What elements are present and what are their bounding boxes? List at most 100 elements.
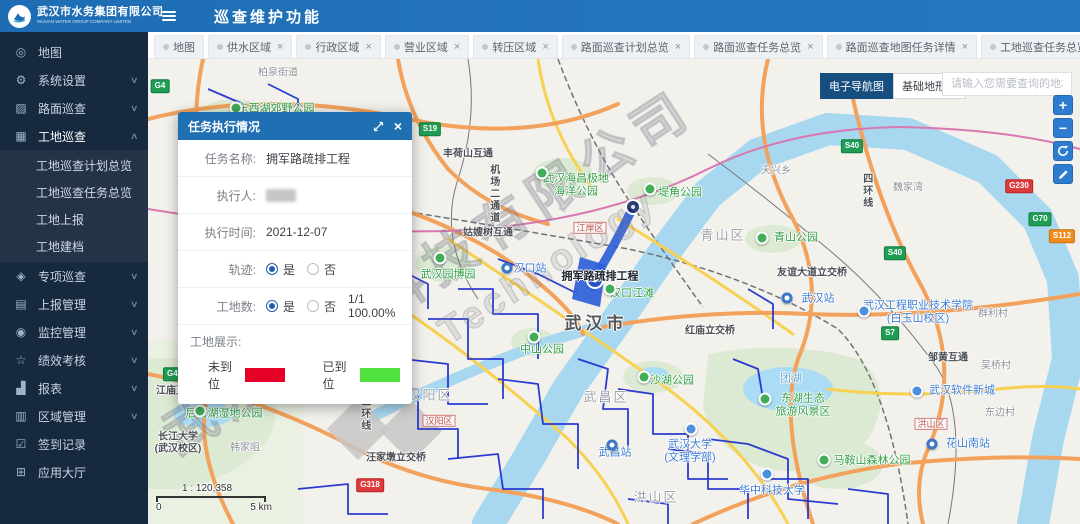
close-icon[interactable]: ×	[962, 41, 968, 53]
poi-marker[interactable]	[858, 305, 871, 318]
tab-road-map-task-detail[interactable]: 路面巡查地图任务详情 ×	[827, 35, 977, 58]
close-icon[interactable]: ×	[675, 41, 681, 53]
checkin-icon: ☑	[13, 437, 29, 451]
road-badge: S112	[1049, 229, 1075, 243]
trace-no-radio[interactable]	[307, 263, 319, 275]
arrived-swatch	[360, 368, 400, 382]
poi-marker[interactable]	[194, 405, 207, 418]
map-label: 友谊大道立交桥	[777, 267, 847, 279]
expand-icon[interactable]	[373, 121, 384, 132]
tab-pressure-area[interactable]: 转压区域 ×	[473, 35, 557, 58]
site-count-no-radio[interactable]	[307, 300, 319, 312]
poi-marker[interactable]	[685, 423, 698, 436]
poi-marker[interactable]	[756, 232, 769, 245]
map-label: 沙湖公园	[650, 375, 694, 388]
sidebar-item-map[interactable]: ◎ 地图	[0, 38, 148, 66]
tab-road-task-overview[interactable]: 路面巡查任务总览 ×	[694, 35, 822, 58]
dialog-header[interactable]: 任务执行情况 ×	[178, 112, 412, 140]
basemap-navigation-button[interactable]: 电子导航图	[820, 73, 893, 99]
refresh-button[interactable]	[1053, 141, 1073, 161]
map-canvas[interactable]: 武汉地图科技有限公司 Technology 柏泉街道东西湖郊野公园丰荷山互通机场…	[148, 59, 1080, 524]
poi-marker[interactable]	[604, 283, 617, 296]
map-label: 汉口江滩	[610, 288, 654, 301]
site-count-label: 工地数:	[190, 298, 256, 315]
map-label: 中山公园	[520, 344, 564, 357]
tab-admin-area[interactable]: 行政区域 ×	[296, 35, 380, 58]
road-badge: S40	[841, 139, 863, 153]
sidebar-item-system-settings[interactable]: ⚙ 系统设置 ∨	[0, 66, 148, 94]
map-label: 汉口站	[514, 263, 547, 276]
tab-map[interactable]: 地图	[154, 35, 204, 58]
poi-marker[interactable]	[759, 393, 772, 406]
sidebar-item-performance[interactable]: ☆ 绩效考核 ∨	[0, 346, 148, 374]
poi-marker[interactable]	[638, 371, 651, 384]
close-icon[interactable]: ×	[365, 41, 371, 53]
sidebar-item-site-inspection[interactable]: ▦ 工地巡查 ∧	[0, 122, 148, 150]
tab-dot-icon	[836, 44, 842, 50]
refresh-icon	[1057, 145, 1069, 157]
trace-yes-radio[interactable]	[266, 263, 278, 275]
map-label: 韩家咀	[230, 442, 260, 454]
close-icon[interactable]: ×	[394, 118, 402, 134]
map-label: 汪家墩立交桥	[366, 452, 426, 464]
submenu-site-task-overview[interactable]: 工地巡查任务总览	[0, 179, 148, 206]
site-count-yes-radio[interactable]	[266, 300, 278, 312]
tab-dot-icon	[217, 44, 223, 50]
poi-marker[interactable]	[761, 468, 774, 481]
draw-button[interactable]	[1053, 164, 1073, 184]
poi-marker[interactable]	[434, 252, 447, 265]
map-search-input[interactable]	[942, 72, 1072, 96]
sidebar-item-monitor-management[interactable]: ◉ 监控管理 ∨	[0, 318, 148, 346]
map-label: 天兴乡	[761, 165, 791, 177]
close-icon[interactable]: ×	[807, 41, 813, 53]
poi-marker[interactable]	[607, 440, 618, 451]
map-label: 姑嫂树互通	[463, 227, 513, 239]
trace-row: 轨迹: 是 否	[178, 251, 412, 288]
road-icon: ▨	[13, 101, 29, 115]
sidebar-item-special-inspection[interactable]: ◈ 专项巡查 ∨	[0, 262, 148, 290]
tab-business-area[interactable]: 营业区域 ×	[385, 35, 469, 58]
zoom-out-button[interactable]: −	[1053, 118, 1073, 138]
executor-row: 执行人:	[178, 177, 412, 214]
executor-redacted-value	[266, 189, 296, 202]
map-label: 四环线	[860, 173, 872, 209]
close-icon[interactable]: ×	[454, 41, 460, 53]
poi-marker[interactable]	[927, 439, 938, 450]
sidebar-item-road-inspection[interactable]: ▨ 路面巡查 ∨	[0, 94, 148, 122]
sidebar-item-app-hall[interactable]: ⊞ 应用大厅	[0, 458, 148, 486]
submenu-site-archive[interactable]: 工地建档	[0, 233, 148, 260]
tab-water-supply-area[interactable]: 供水区域 ×	[208, 35, 292, 58]
zoom-in-button[interactable]: +	[1053, 95, 1073, 115]
poi-marker[interactable]	[644, 183, 657, 196]
poi-marker[interactable]	[536, 167, 549, 180]
chevron-down-icon: ∨	[130, 75, 139, 86]
map-tools: + −	[1053, 95, 1073, 187]
poi-marker[interactable]	[502, 263, 513, 274]
close-icon[interactable]: ×	[542, 41, 548, 53]
sidebar-item-checkin-records[interactable]: ☑ 签到记录	[0, 430, 148, 458]
poi-marker[interactable]	[528, 331, 541, 344]
dialog-title: 任务执行情况	[188, 118, 363, 135]
tab-dot-icon	[990, 44, 996, 50]
sidebar-item-report-management[interactable]: ▤ 上报管理 ∨	[0, 290, 148, 318]
tab-road-plan-overview[interactable]: 路面巡查计划总览 ×	[562, 35, 690, 58]
sidebar-item-reports[interactable]: ▟ 报表 ∨	[0, 374, 148, 402]
submenu-site-plan-overview[interactable]: 工地巡查计划总览	[0, 152, 148, 179]
task-name-row: 任务名称: 拥军路疏排工程	[178, 140, 412, 177]
menu-collapse-icon[interactable]	[162, 9, 176, 23]
poi-marker[interactable]	[911, 385, 924, 398]
tab-dot-icon	[482, 44, 488, 50]
poi-marker[interactable]	[782, 293, 793, 304]
map-label: 团湖	[780, 373, 802, 386]
close-icon[interactable]: ×	[277, 41, 283, 53]
map-label: 机场二通道	[487, 164, 499, 224]
poi-marker[interactable]	[818, 454, 831, 467]
executor-label: 执行人:	[190, 187, 256, 204]
submenu-site-report[interactable]: 工地上报	[0, 206, 148, 233]
tab-site-task-overview[interactable]: 工地巡查任务总览 ×	[981, 35, 1080, 58]
gear-icon: ⚙	[13, 73, 29, 87]
chevron-down-icon: ∨	[130, 271, 139, 282]
map-label: 武汉园博园	[421, 269, 476, 282]
apps-icon: ⊞	[13, 465, 29, 479]
sidebar-item-region-management[interactable]: ▥ 区域管理 ∨	[0, 402, 148, 430]
